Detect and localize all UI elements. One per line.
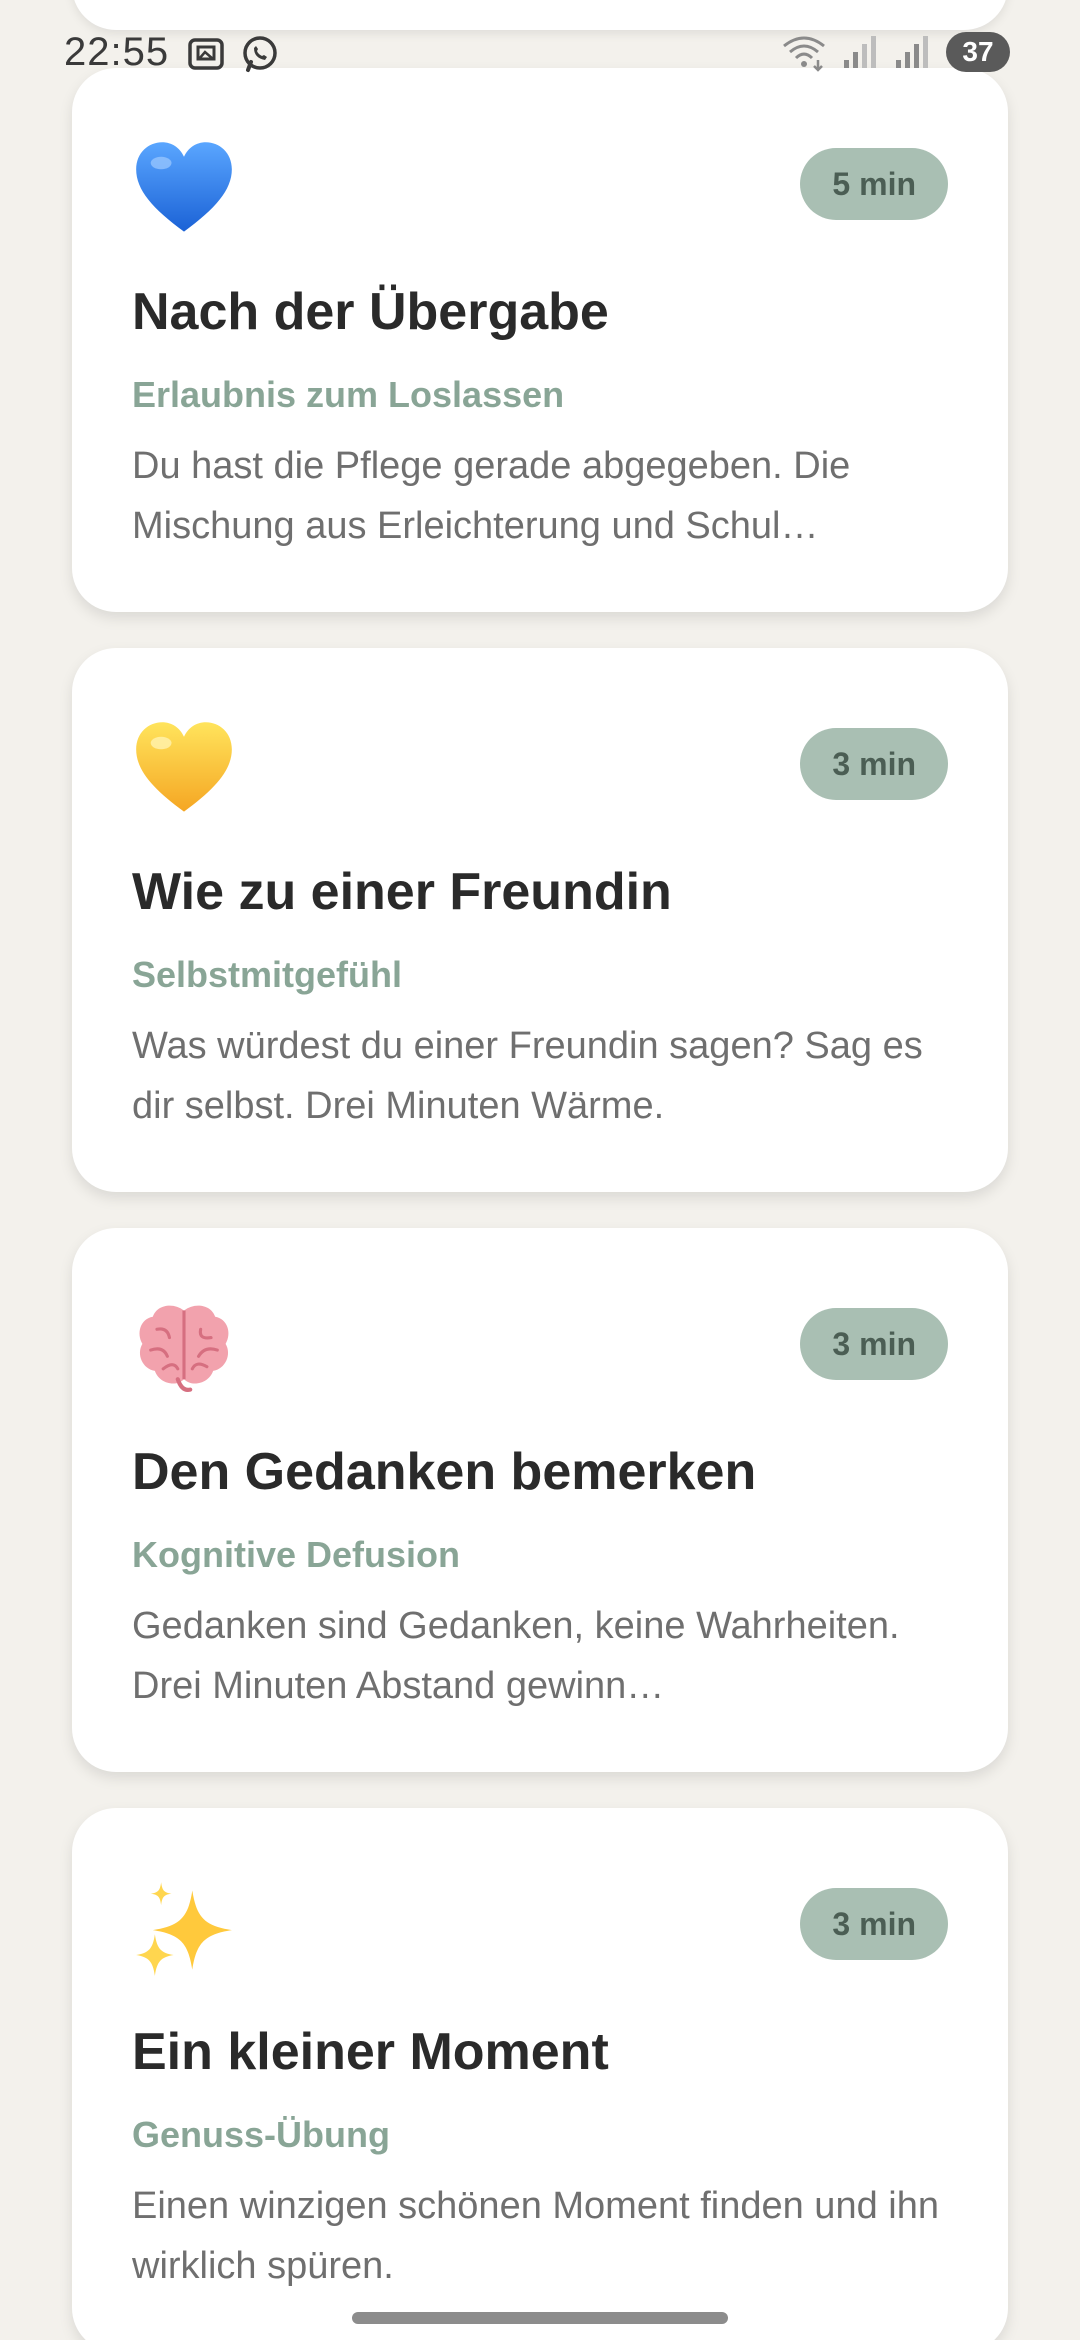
- whatsapp-icon: [243, 36, 277, 72]
- exercise-title: Wie zu einer Freundin: [132, 863, 672, 921]
- sparkles-icon: [136, 1882, 232, 1976]
- exercise-title: Ein kleiner Moment: [132, 2023, 609, 2081]
- blue-heart-icon: [136, 142, 232, 232]
- exercise-card[interactable]: 3 min Ein kleiner Moment Genuss-Übung Ei…: [72, 1808, 1008, 2340]
- duration-badge: 3 min: [800, 1888, 948, 1960]
- exercise-title: Den Gedanken bemerken: [132, 1443, 757, 1501]
- duration-badge: 5 min: [800, 148, 948, 220]
- home-indicator[interactable]: [352, 2312, 728, 2324]
- duration-badge: 3 min: [800, 1308, 948, 1380]
- exercise-subtitle: Selbstmitgefühl: [132, 954, 403, 995]
- exercise-description: Du hast die Pflege gerade abgegeben. Die…: [132, 445, 851, 547]
- battery-indicator: 37: [946, 32, 1010, 72]
- exercise-subtitle: Kognitive Defusion: [132, 1534, 461, 1575]
- status-time: 22:55: [64, 30, 170, 74]
- exercise-description: Einen winzigen schönen Moment finden und…: [132, 2185, 939, 2287]
- signal-icon: [896, 36, 928, 68]
- exercise-description: Gedanken sind Gedanken, keine Wahrheiten…: [132, 1605, 900, 1707]
- exercise-subtitle: Erlaubnis zum Loslassen: [132, 374, 565, 415]
- exercise-title: Nach der Übergabe: [132, 283, 609, 341]
- exercise-subtitle: Genuss-Übung: [132, 2114, 390, 2155]
- duration-badge: 3 min: [800, 728, 948, 800]
- brain-icon: [139, 1305, 229, 1392]
- yellow-heart-icon: [136, 722, 232, 812]
- gallery-notification-icon: [188, 38, 224, 70]
- exercise-card[interactable]: 3 min Wie zu einer Freundin Selbstmitgef…: [72, 648, 1008, 1192]
- exercise-description: Was würdest du einer Freundin sagen? Sag…: [132, 1025, 923, 1127]
- exercise-card[interactable]: 3 min Den Gedanken bemerken Kognitive De…: [72, 1228, 1008, 1772]
- signal-icon: [844, 36, 876, 68]
- status-bar: 22:55 37: [0, 0, 1080, 110]
- screen: 22:55 37 5 min Nach der Übergabe Erlaubn…: [0, 0, 1080, 2340]
- wifi-icon: [783, 36, 825, 72]
- exercise-card[interactable]: 5 min Nach der Übergabe Erlaubnis zum Lo…: [72, 68, 1008, 612]
